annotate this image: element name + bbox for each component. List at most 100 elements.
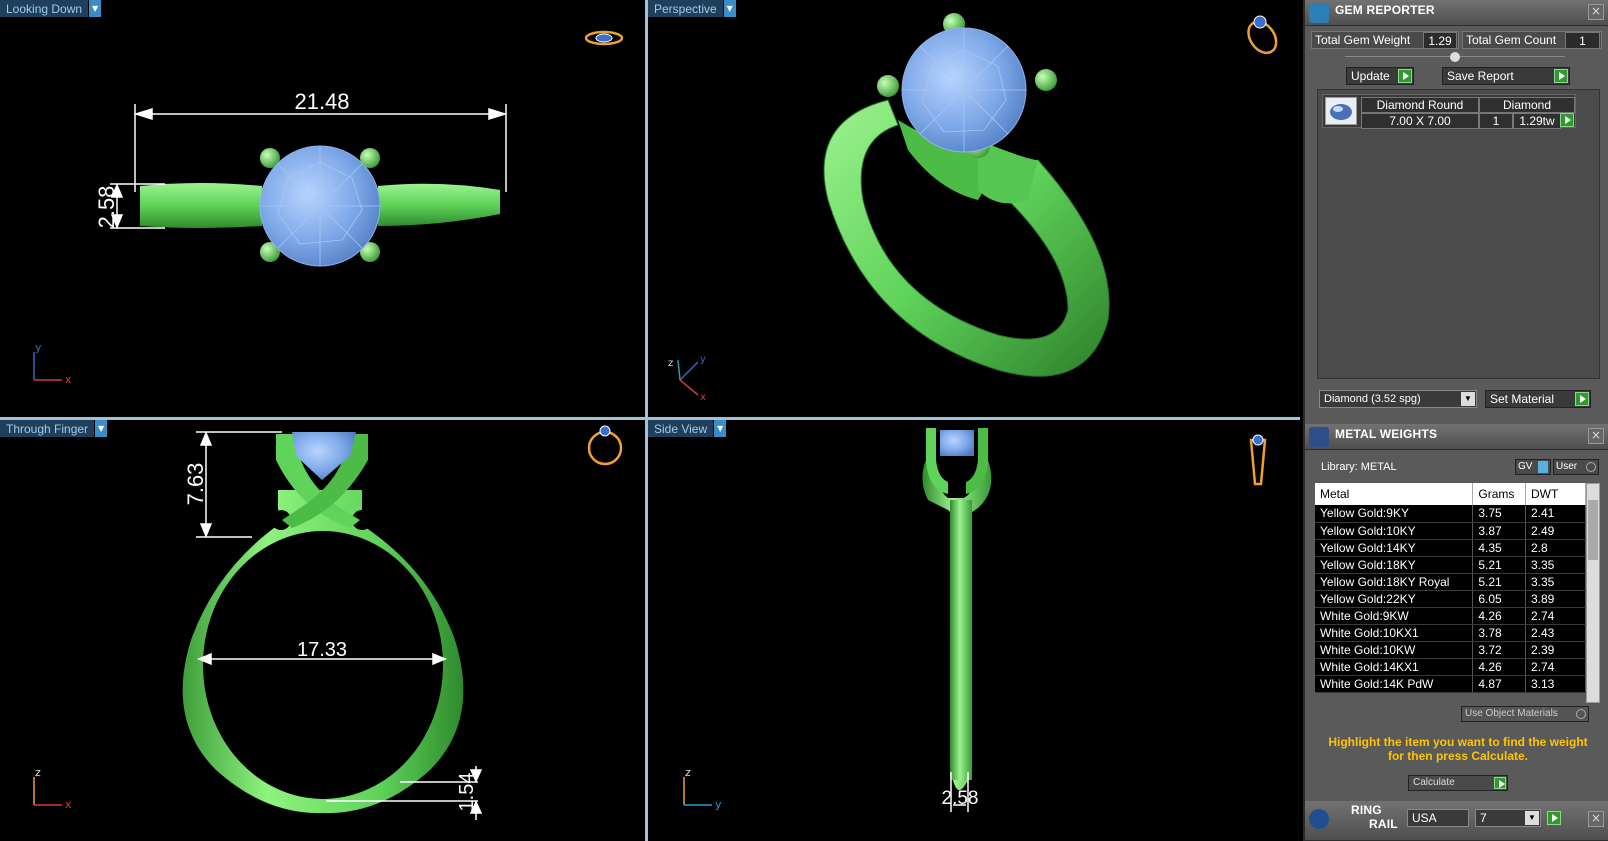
axis-z-label: z <box>685 766 691 779</box>
viewport-label[interactable]: Looking Down ▼ <box>0 0 102 17</box>
radio-icon <box>1576 709 1586 719</box>
dwt-cell: 2.39 <box>1525 641 1586 659</box>
dwt-cell: 3.89 <box>1525 590 1586 608</box>
table-row[interactable]: Yellow Gold:14KY 4.35 2.8 <box>1315 539 1586 557</box>
save-report-button[interactable]: Save Report <box>1442 67 1570 85</box>
metal-name-cell: Yellow Gold:18KY <box>1315 556 1474 574</box>
metal-name-cell: Yellow Gold:18KY Royal <box>1315 573 1474 591</box>
grams-cell: 3.75 <box>1472 505 1526 523</box>
metal-name-cell: Yellow Gold:22KY <box>1315 590 1474 608</box>
play-icon[interactable] <box>1547 811 1561 825</box>
axis-z-label: z <box>35 766 41 779</box>
set-material-button[interactable]: Set Material <box>1485 390 1591 408</box>
viewport-through-finger[interactable]: Through Finger ▼ 7.63 17.33 1.54 z x <box>0 420 645 841</box>
dimension-setting-height-label: 7.63 <box>183 463 208 506</box>
axis-x-label: x <box>65 798 72 811</box>
dwt-cell: 2.41 <box>1525 505 1586 523</box>
ring-rail-bar: RING RAIL USA 7 ▼ × <box>1305 801 1608 841</box>
viewport-label-text: Perspective <box>648 0 723 17</box>
axis-gizmo: z x <box>33 766 72 811</box>
material-select-value: Diamond (3.52 spg) <box>1324 393 1421 405</box>
gem-reporter-icon <box>1309 3 1329 23</box>
column-header[interactable]: Grams <box>1472 483 1526 505</box>
ring-standard-field[interactable]: USA <box>1407 809 1469 827</box>
orientation-icon <box>584 30 624 46</box>
column-header[interactable]: Metal <box>1315 483 1474 505</box>
close-icon[interactable]: × <box>1588 811 1604 827</box>
metal-name-cell: White Gold:14K PdW <box>1315 675 1474 693</box>
splitter-handle-icon[interactable] <box>1450 52 1460 62</box>
viewport-label[interactable]: Side View ▼ <box>648 420 727 437</box>
metal-weights-title: METAL WEIGHTS <box>1335 427 1438 441</box>
ring-side-render: 2.58 z y <box>683 428 1267 812</box>
metal-weights-table: Metal Grams DWT Yellow Gold:9KY 3.75 2.41 … <box>1315 483 1586 693</box>
grams-cell: 4.26 <box>1472 607 1526 625</box>
table-row[interactable]: White Gold:10KX1 3.78 2.43 <box>1315 624 1586 642</box>
gem-size: 7.00 X 7.00 <box>1361 113 1479 129</box>
axis-x-label: x <box>65 373 72 386</box>
gem-weight: 1.29tw <box>1513 113 1561 129</box>
user-toggle[interactable]: User <box>1553 459 1599 475</box>
viewport-looking-down[interactable]: Looking Down ▼ 21.48 2.58 y x <box>0 0 645 417</box>
chevron-down-icon[interactable]: ▼ <box>713 420 727 437</box>
viewport-label[interactable]: Perspective ▼ <box>648 0 736 17</box>
table-row[interactable]: Yellow Gold:18KY Royal 5.21 3.35 <box>1315 573 1586 591</box>
axis-gizmo: z y <box>683 766 722 811</box>
gem-thumbnail <box>1325 97 1357 125</box>
metal-name-cell: Yellow Gold:9KY <box>1315 505 1474 523</box>
table-row[interactable]: White Gold:10KW 3.72 2.39 <box>1315 641 1586 659</box>
viewport-label-text: Side View <box>648 420 714 437</box>
metal-table-scrollbar[interactable] <box>1586 483 1600 703</box>
play-icon[interactable] <box>1560 113 1574 127</box>
table-row[interactable]: Yellow Gold:22KY 6.05 3.89 <box>1315 590 1586 608</box>
ring-icon <box>1309 809 1329 829</box>
dimension-shank-label: 1.54 <box>456 773 478 812</box>
chevron-down-icon[interactable]: ▼ <box>94 420 108 437</box>
viewport-label[interactable]: Through Finger ▼ <box>0 420 108 437</box>
gem-list-item[interactable]: Diamond Round Diamond 7.00 X 7.00 1 1.29… <box>1322 94 1576 129</box>
ring-size-value: 7 <box>1480 811 1487 825</box>
table-row[interactable]: White Gold:14K PdW 4.87 3.13 <box>1315 675 1586 693</box>
chevron-down-icon[interactable]: ▼ <box>1525 811 1539 825</box>
gem-count: 1 <box>1479 113 1513 129</box>
total-gem-count-label: Total Gem Count <box>1466 33 1557 47</box>
material-select[interactable]: Diamond (3.52 spg) ▼ <box>1319 390 1477 408</box>
update-button[interactable]: Update <box>1346 67 1414 85</box>
gem-reporter-header: GEM REPORTER × <box>1305 0 1608 26</box>
close-icon[interactable]: × <box>1588 428 1604 444</box>
dimension-height-label: 2.58 <box>94 186 119 229</box>
chevron-down-icon[interactable]: ▼ <box>1461 392 1475 406</box>
grams-cell: 3.78 <box>1472 624 1526 642</box>
chevron-down-icon[interactable]: ▼ <box>88 0 102 17</box>
viewport-side-view[interactable]: Side View ▼ 2.58 z y <box>648 420 1300 841</box>
grams-cell: 4.87 <box>1472 675 1526 693</box>
use-object-materials-toggle[interactable]: Use Object Materials <box>1461 706 1589 722</box>
viewport-perspective[interactable]: Perspective ▼ z y x <box>648 0 1300 417</box>
table-row[interactable]: White Gold:9KW 4.26 2.74 <box>1315 607 1586 625</box>
metal-name-cell: White Gold:14KX1 <box>1315 658 1474 676</box>
scale-icon <box>1309 427 1329 447</box>
play-icon <box>1575 392 1589 406</box>
gv-toggle[interactable]: GV <box>1515 459 1551 475</box>
table-row[interactable]: White Gold:14KX1 4.26 2.74 <box>1315 658 1586 676</box>
scrollbar-thumb[interactable] <box>1588 500 1598 560</box>
calculate-button[interactable]: Calculate <box>1408 775 1508 791</box>
viewport-label-text: Through Finger <box>0 420 95 437</box>
table-row[interactable]: Yellow Gold:18KY 5.21 3.35 <box>1315 556 1586 574</box>
axis-gizmo: z y x <box>668 354 706 403</box>
ring-size-select[interactable]: 7 ▼ <box>1475 809 1541 827</box>
metal-name-cell: White Gold:9KW <box>1315 607 1474 625</box>
gem-material: Diamond <box>1479 97 1575 113</box>
dwt-cell: 3.35 <box>1525 556 1586 574</box>
ring-standard-value: USA <box>1412 811 1437 825</box>
table-row[interactable]: Yellow Gold:9KY 3.75 2.41 <box>1315 505 1586 523</box>
dwt-cell: 2.8 <box>1525 539 1586 557</box>
metal-name-cell: White Gold:10KX1 <box>1315 624 1474 642</box>
total-gem-weight-value: 1.29 <box>1423 32 1457 49</box>
chevron-down-icon[interactable]: ▼ <box>722 0 736 17</box>
column-header[interactable]: DWT <box>1525 483 1586 505</box>
table-header-row: Metal Grams DWT <box>1315 483 1586 505</box>
table-row[interactable]: Yellow Gold:10KY 3.87 2.49 <box>1315 522 1586 540</box>
metal-name-cell: Yellow Gold:10KY <box>1315 522 1474 540</box>
close-icon[interactable]: × <box>1588 4 1604 20</box>
